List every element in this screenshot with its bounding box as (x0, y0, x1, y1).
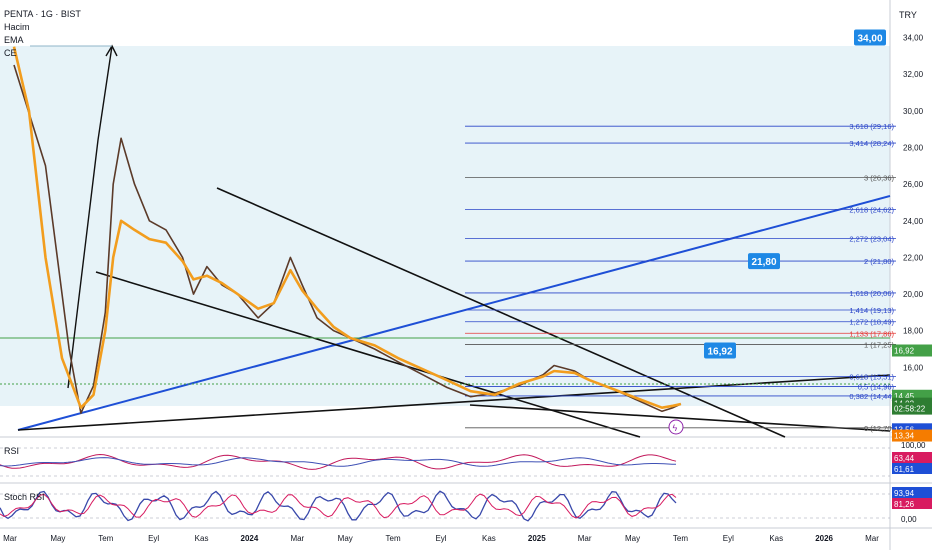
price-axis-tick-label: 28,00 (903, 143, 924, 152)
time-axis-tick-label: Kas (769, 534, 783, 543)
price-axis-tick-label: 16,00 (903, 363, 924, 372)
time-axis-tick-label: Mar (578, 534, 592, 543)
time-axis-tick-label: Eyl (723, 534, 734, 543)
fib-level-label: 1,133 (17,86) (849, 329, 894, 338)
rsi-tag-label: 63,44 (894, 454, 915, 463)
fib-level-label: 3,618 (29,16) (849, 122, 894, 131)
marker-callout-label: 21,80 (751, 257, 776, 268)
rsi-label[interactable]: RSI (4, 446, 19, 456)
price-tag-label: 16,92 (894, 347, 915, 356)
time-axis-tick-label: Eyl (435, 534, 446, 543)
price-tag-label: 13,34 (894, 432, 915, 441)
fib-level-label: 2,618 (24,62) (849, 205, 894, 214)
time-axis-tick-label: 2024 (241, 534, 259, 543)
time-axis-tick-label: Tem (673, 534, 688, 543)
time-axis-tick-label: May (338, 534, 353, 543)
time-axis-tick-label: May (50, 534, 65, 543)
stoch-rsi-label[interactable]: Stoch RSI (4, 492, 45, 502)
time-axis-tick-label: Tem (386, 534, 401, 543)
marker-callout-label: 34,00 (857, 33, 882, 44)
lightning-glyph: ϟ (673, 423, 678, 433)
fib-level-label: 0 (12,70) (864, 424, 895, 433)
time-axis-tick-label: Mar (3, 534, 17, 543)
indicator-ce[interactable]: CE (4, 48, 17, 58)
time-axis-tick-label: Mar (290, 534, 304, 543)
fib-level-label: 0,5 (14,96) (858, 382, 895, 391)
time-axis-tick-label: 2025 (528, 534, 546, 543)
fib-level-label: 1 (17,25) (864, 340, 895, 349)
time-axis-tick-label: Kas (195, 534, 209, 543)
time-axis-tick-label: Eyl (148, 534, 159, 543)
stoch-tag-label: 81,26 (894, 500, 915, 509)
trading-chart[interactable]: 3,618 (29,16) 3,414 (28,24) 3 (26,36) 2,618… (0, 0, 932, 550)
time-axis-tick-label: Kas (482, 534, 496, 543)
fib-level-label: 0,618 (15,51) (849, 372, 894, 381)
time-axis-tick-label: 2026 (815, 534, 833, 543)
stoch-tag-label: 93,94 (894, 489, 915, 498)
fib-level-label: 1,272 (18,49) (849, 318, 894, 327)
price-axis-tick-label: 20,00 (903, 290, 924, 299)
fib-level-label: 3,414 (28,24) (849, 139, 894, 148)
price-tag-label: 02:58:22 (894, 405, 926, 414)
time-axis-tick-label: May (625, 534, 640, 543)
symbol-title[interactable]: PENTA · 1G · BIST (4, 9, 81, 19)
indicator-ema[interactable]: EMA (4, 35, 24, 45)
price-axis-tick-label: 18,00 (903, 327, 924, 336)
time-axis-tick-label: Tem (98, 534, 113, 543)
projection-cloud (0, 46, 890, 406)
rsi-tag-label: 61,61 (894, 465, 915, 474)
fib-level-label: 3 (26,36) (864, 174, 895, 183)
price-axis-tick-label: 26,00 (903, 180, 924, 189)
price-axis-tick-label: 22,00 (903, 253, 924, 262)
price-axis-tick-label: 24,00 (903, 217, 924, 226)
indicator-volume[interactable]: Hacim (4, 22, 30, 32)
price-axis-tick-label: 30,00 (903, 107, 924, 116)
price-axis-tick-label: 32,00 (903, 70, 924, 79)
fib-level-label: 2,272 (23,04) (849, 234, 894, 243)
rsi-axis-label: 100,00 (901, 441, 926, 450)
fib-level-label: 2 (21,80) (864, 257, 895, 266)
fib-level-label: 0,382 (14,44) (849, 392, 894, 401)
currency-label[interactable]: TRY (899, 10, 917, 20)
fib-level-label: 1,414 (19,13) (849, 306, 894, 315)
marker-callout-label: 16,92 (707, 347, 732, 358)
fib-level-label: 1,618 (20,06) (849, 289, 894, 298)
price-axis-tick-label: 34,00 (903, 33, 924, 42)
stoch-axis-label: 0,00 (901, 515, 917, 524)
time-axis-tick-label: Mar (865, 534, 879, 543)
